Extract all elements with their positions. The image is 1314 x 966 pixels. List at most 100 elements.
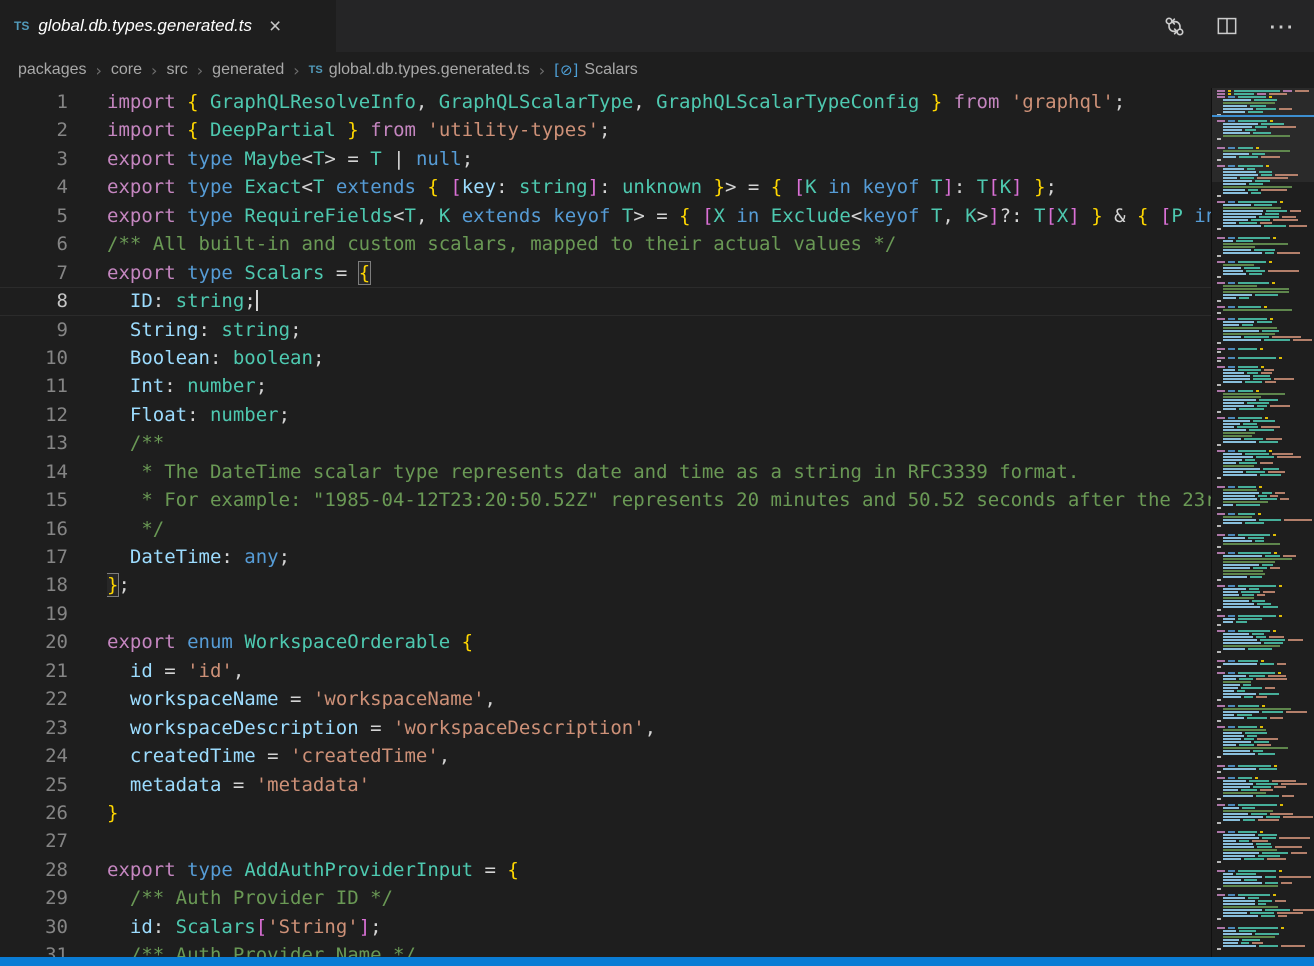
code-text[interactable]: Boolean: boolean;: [107, 344, 1212, 372]
breadcrumb-item-src[interactable]: src: [166, 61, 187, 79]
line-number[interactable]: 27: [0, 827, 68, 855]
code-text[interactable]: DateTime: any;: [107, 543, 1212, 571]
line-number[interactable]: 14: [0, 458, 68, 486]
breadcrumb-item-generated[interactable]: generated: [212, 61, 284, 79]
code-line[interactable]: 19: [0, 600, 1212, 628]
code-text[interactable]: export type Exact<T extends { [key: stri…: [107, 173, 1212, 201]
minimap[interactable]: [1211, 88, 1314, 957]
line-number[interactable]: 16: [0, 515, 68, 543]
code-line[interactable]: 4 export type Exact<T extends { [key: str…: [0, 173, 1212, 201]
line-number[interactable]: 26: [0, 799, 68, 827]
line-number[interactable]: 9: [0, 316, 68, 344]
code-text[interactable]: id: Scalars['String'];: [107, 913, 1212, 941]
code-text[interactable]: /** Auth Provider ID */: [107, 884, 1212, 912]
code-text[interactable]: [107, 600, 1212, 628]
code-text[interactable]: export type AddAuthProviderInput = {: [107, 856, 1212, 884]
line-number[interactable]: 20: [0, 628, 68, 656]
code-line[interactable]: 14 * The DateTime scalar type represents…: [0, 458, 1212, 486]
code-line[interactable]: 5 export type RequireFields<T, K extends …: [0, 202, 1212, 230]
tab-global-db-types[interactable]: TS global.db.types.generated.ts ×: [0, 0, 336, 52]
code-text[interactable]: */: [107, 515, 1212, 543]
code-text[interactable]: [107, 827, 1212, 855]
line-number[interactable]: 4: [0, 173, 68, 201]
code-text[interactable]: Float: number;: [107, 401, 1212, 429]
code-line[interactable]: 22 workspaceName = 'workspaceName',: [0, 685, 1212, 713]
code-line[interactable]: 6 /** All built-in and custom scalars, ma…: [0, 230, 1212, 258]
code-text[interactable]: /**: [107, 429, 1212, 457]
code-line[interactable]: 12 Float: number;: [0, 401, 1212, 429]
code-line[interactable]: 24 createdTime = 'createdTime',: [0, 742, 1212, 770]
code-line[interactable]: 21 id = 'id',: [0, 657, 1212, 685]
code-line[interactable]: 8 ID: string;: [0, 287, 1212, 315]
code-line[interactable]: 13 /**: [0, 429, 1212, 457]
more-actions-icon[interactable]: ⋯: [1268, 21, 1294, 31]
line-number[interactable]: 22: [0, 685, 68, 713]
code-line[interactable]: 29 /** Auth Provider ID */: [0, 884, 1212, 912]
code-text[interactable]: workspaceDescription = 'workspaceDescrip…: [107, 714, 1212, 742]
code-text[interactable]: export type Scalars = {: [107, 259, 1212, 287]
line-number[interactable]: 31: [0, 941, 68, 957]
line-number[interactable]: 10: [0, 344, 68, 372]
code-line[interactable]: 27: [0, 827, 1212, 855]
breadcrumb-item-packages[interactable]: packages: [18, 61, 87, 79]
breadcrumb-item-core[interactable]: core: [111, 61, 142, 79]
line-number[interactable]: 11: [0, 372, 68, 400]
code-text[interactable]: createdTime = 'createdTime',: [107, 742, 1212, 770]
code-line[interactable]: 1 import { GraphQLResolveInfo, GraphQLSca…: [0, 88, 1212, 116]
line-number[interactable]: 23: [0, 714, 68, 742]
code-line[interactable]: 11 Int: number;: [0, 372, 1212, 400]
code-line[interactable]: 28 export type AddAuthProviderInput = {: [0, 856, 1212, 884]
code-text[interactable]: export enum WorkspaceOrderable {: [107, 628, 1212, 656]
code-text[interactable]: import { GraphQLResolveInfo, GraphQLScal…: [107, 88, 1212, 116]
open-changes-icon[interactable]: [1163, 15, 1186, 38]
code-line[interactable]: 26}: [0, 799, 1212, 827]
code-line[interactable]: 15 * For example: "1985-04-12T23:20:50.5…: [0, 486, 1212, 514]
code-line[interactable]: 18};: [0, 571, 1212, 599]
code-line[interactable]: 3 export type Maybe<T> = T | null;: [0, 145, 1212, 173]
code-text[interactable]: /** All built-in and custom scalars, map…: [107, 230, 1212, 258]
line-number[interactable]: 3: [0, 145, 68, 173]
code-text[interactable]: * For example: "1985-04-12T23:20:50.52Z"…: [107, 486, 1212, 514]
code-line[interactable]: 7 export type Scalars = {: [0, 259, 1212, 287]
code-text[interactable]: String: string;: [107, 316, 1212, 344]
line-number[interactable]: 29: [0, 884, 68, 912]
code-line[interactable]: 2 import { DeepPartial } from 'utility-ty…: [0, 116, 1212, 144]
code-line[interactable]: 16 */: [0, 515, 1212, 543]
line-number[interactable]: 24: [0, 742, 68, 770]
code-line[interactable]: 30 id: Scalars['String'];: [0, 913, 1212, 941]
line-number[interactable]: 6: [0, 230, 68, 258]
split-editor-icon[interactable]: [1216, 15, 1238, 37]
line-number[interactable]: 21: [0, 657, 68, 685]
code-text[interactable]: Int: number;: [107, 372, 1212, 400]
code-text[interactable]: workspaceName = 'workspaceName',: [107, 685, 1212, 713]
line-number[interactable]: 17: [0, 543, 68, 571]
code-line[interactable]: 17 DateTime: any;: [0, 543, 1212, 571]
line-number[interactable]: 13: [0, 429, 68, 457]
code-text[interactable]: export type RequireFields<T, K extends k…: [107, 202, 1212, 230]
code-line[interactable]: 20 export enum WorkspaceOrderable {: [0, 628, 1212, 656]
line-number[interactable]: 8: [0, 287, 68, 315]
code-text[interactable]: import { DeepPartial } from 'utility-typ…: [107, 116, 1212, 144]
line-number[interactable]: 7: [0, 259, 68, 287]
code-line[interactable]: 31 /** Auth Provider Name */: [0, 941, 1212, 957]
code-line[interactable]: 9 String: string;: [0, 316, 1212, 344]
code-text[interactable]: /** Auth Provider Name */: [107, 941, 1212, 957]
code-text[interactable]: metadata = 'metadata': [107, 771, 1212, 799]
code-area[interactable]: 1 import { GraphQLResolveInfo, GraphQLSca…: [0, 88, 1212, 957]
code-text[interactable]: }: [107, 799, 1212, 827]
line-number[interactable]: 15: [0, 486, 68, 514]
line-number[interactable]: 30: [0, 913, 68, 941]
line-number[interactable]: 1: [0, 88, 68, 116]
code-line[interactable]: 25 metadata = 'metadata': [0, 771, 1212, 799]
line-number[interactable]: 19: [0, 600, 68, 628]
line-number[interactable]: 5: [0, 202, 68, 230]
line-number[interactable]: 18: [0, 571, 68, 599]
line-number[interactable]: 28: [0, 856, 68, 884]
breadcrumb-item-global-db-types-generated-ts[interactable]: TSglobal.db.types.generated.ts: [309, 61, 530, 79]
code-text[interactable]: export type Maybe<T> = T | null;: [107, 145, 1212, 173]
code-line[interactable]: 23 workspaceDescription = 'workspaceDesc…: [0, 714, 1212, 742]
code-text[interactable]: ID: string;: [107, 287, 1212, 315]
code-text[interactable]: * The DateTime scalar type represents da…: [107, 458, 1212, 486]
code-line[interactable]: 10 Boolean: boolean;: [0, 344, 1212, 372]
line-number[interactable]: 2: [0, 116, 68, 144]
